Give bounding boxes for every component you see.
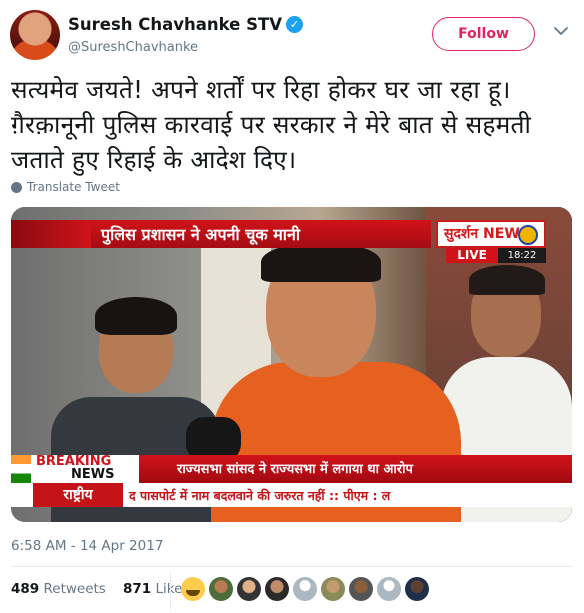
tweet-media[interactable]: पुलिस प्रशासन ने अपनी चूक मानी सुदर्शन N… [11, 207, 572, 522]
retweets-stat[interactable]: 489 Retweets [11, 581, 106, 597]
tweet-text: सत्यमेव जयते! अपने शर्तों पर रिहा होकर घ… [11, 75, 531, 174]
globe-icon [11, 181, 22, 193]
flag-strip [11, 455, 31, 483]
divider [11, 566, 573, 567]
user-handle[interactable]: @SureshChavhanke [68, 40, 198, 55]
news-mid-banner: राज्यसभा सांसद ने राज्यसभा में लगाया था … [139, 455, 572, 483]
news-label: NEWS [71, 467, 115, 482]
avatar[interactable] [10, 10, 60, 60]
user-name-text: Suresh Chavhanke STV [68, 15, 283, 34]
verified-badge-icon: ✓ [286, 16, 304, 33]
follow-button[interactable]: Follow [432, 17, 535, 51]
liker-avatar[interactable] [377, 577, 401, 601]
liker-avatar[interactable] [181, 577, 205, 601]
channel-emblem-icon [518, 225, 538, 245]
mid-banner-text: राज्यसभा सांसद ने राज्यसभा में लगाया था … [177, 462, 413, 477]
translate-tweet-link[interactable]: Translate Tweet [11, 180, 120, 194]
chevron-down-icon[interactable] [552, 22, 570, 40]
liker-avatar[interactable] [321, 577, 345, 601]
breaking-news-box: BREAKING NEWS [31, 455, 139, 483]
liker-avatar[interactable] [293, 577, 317, 601]
stats-separator [170, 572, 171, 610]
news-top-banner: पुलिस प्रशासन ने अपनी चूक मानी [11, 220, 431, 248]
likers-avatars [181, 577, 429, 601]
live-badge: LIVE [446, 248, 498, 263]
tweet-timestamp[interactable]: 6:58 AM - 14 Apr 2017 [11, 538, 163, 554]
section-label: राष्ट्रीय [33, 483, 123, 507]
user-name[interactable]: Suresh Chavhanke STV ✓ [68, 15, 304, 34]
tweet-stats: 489 Retweets 871 Likes [11, 581, 189, 597]
translate-label: Translate Tweet [27, 180, 120, 194]
top-banner-text: पुलिस प्रशासन ने अपनी चूक मानी [101, 225, 300, 244]
likes-count: 871 [123, 581, 152, 597]
liker-avatar[interactable] [349, 577, 373, 601]
channel-logo-text: सुदर्शन NEWS [444, 226, 530, 242]
liker-avatar[interactable] [209, 577, 233, 601]
retweets-count: 489 [11, 581, 40, 597]
retweets-label: Retweets [43, 581, 106, 597]
likes-stat[interactable]: 871 Likes [123, 581, 189, 597]
liker-avatar[interactable] [405, 577, 429, 601]
liker-avatar[interactable] [237, 577, 261, 601]
news-ticker-text: द पासपोर्ट में नाम बदलवाने की जरुरत नहीं… [129, 488, 391, 503]
channel-logo: सुदर्शन NEWS [436, 220, 546, 248]
broadcast-clock: 18:22 [498, 248, 546, 263]
liker-avatar[interactable] [265, 577, 289, 601]
